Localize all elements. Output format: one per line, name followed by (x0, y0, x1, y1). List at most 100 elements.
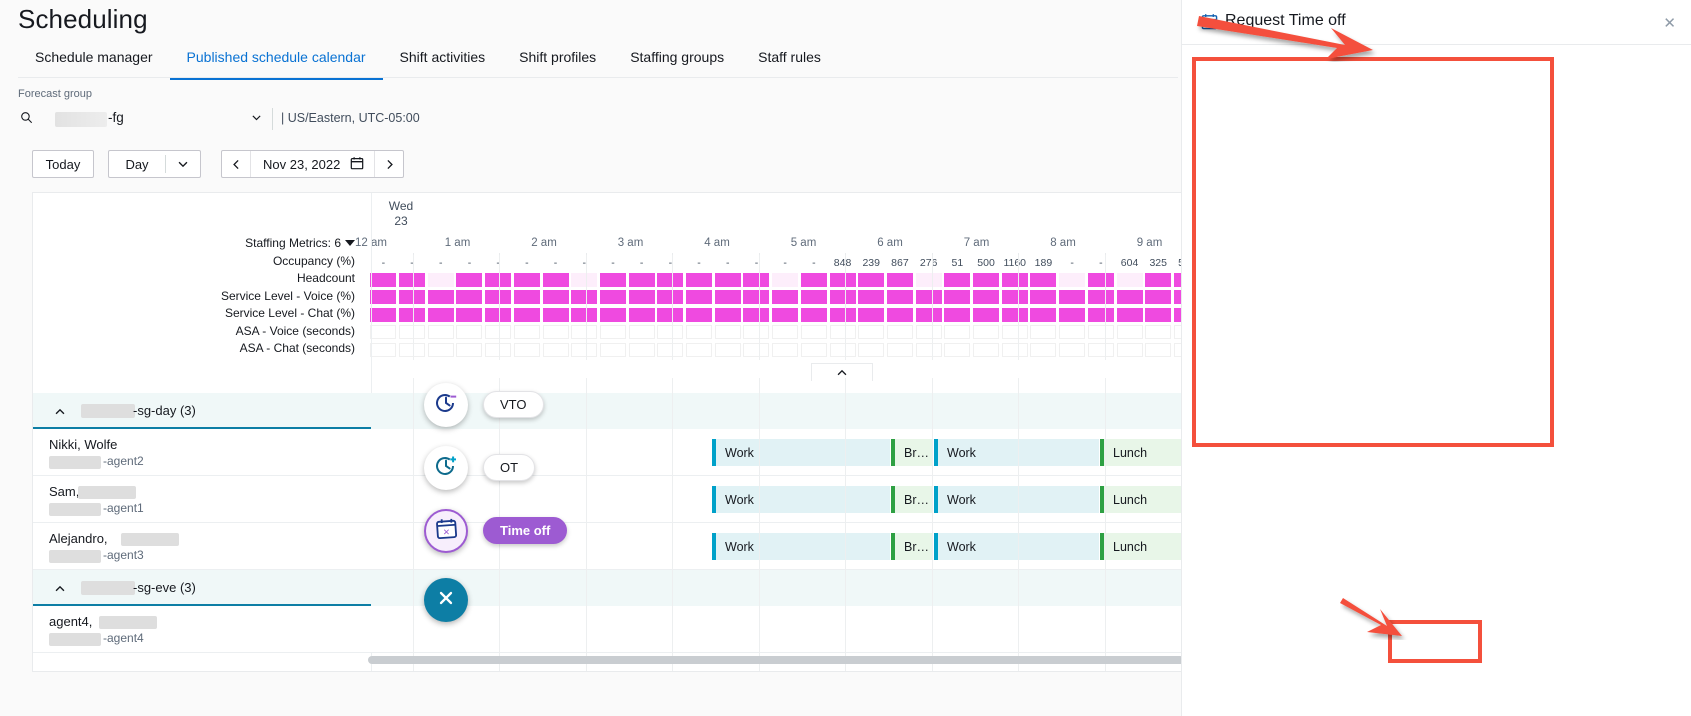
shift-block-work[interactable]: Work (934, 439, 1099, 466)
metric-heat-cell (944, 290, 971, 304)
chevron-up-icon[interactable] (53, 582, 67, 601)
schedule-hour-divider (585, 378, 587, 671)
metric-heat-cell (944, 325, 971, 339)
shift-block-work[interactable]: Work (712, 533, 890, 560)
tab-schedule-manager[interactable]: Schedule manager (18, 46, 170, 77)
staffing-group-row[interactable]: -sg-eve (3) (33, 570, 1181, 606)
agent-row[interactable]: Alejandro, -agent3 Work Br… Work Lunch (33, 523, 1181, 570)
chevron-down-icon[interactable] (166, 151, 200, 177)
staffing-group-label: -sg-eve (3) (133, 580, 196, 595)
metric-row-label: ASA - Voice (seconds) (235, 323, 355, 338)
shift-block-break[interactable]: Br… (891, 439, 933, 466)
calendar-icon[interactable] (350, 156, 364, 173)
close-actions-button[interactable] (424, 578, 468, 622)
shift-block-work[interactable]: Work (934, 486, 1099, 513)
chevron-up-icon[interactable] (53, 405, 67, 424)
next-day-button[interactable] (375, 151, 403, 177)
shift-block-lunch[interactable]: Lunch (1100, 486, 1181, 513)
occupancy-cell: 276 (919, 257, 938, 269)
metric-heat-cell (1087, 290, 1114, 304)
tab-staff-rules[interactable]: Staff rules (741, 46, 838, 77)
occupancy-cell: - (668, 257, 673, 269)
ot-action-button[interactable] (424, 446, 468, 490)
shift-block-label: Lunch (1113, 539, 1148, 554)
shift-block-work[interactable]: Work (934, 533, 1099, 560)
metric-heat-cell (571, 342, 598, 357)
occupancy-cell: - (381, 257, 386, 269)
metric-heat-row (369, 306, 1181, 324)
schedule-hour-divider (931, 378, 933, 671)
horizontal-scrollbar[interactable] (368, 656, 1181, 664)
metric-heat-cell (599, 290, 626, 304)
metric-heat-cell (858, 272, 885, 287)
tab-staffing-groups[interactable]: Staffing groups (613, 46, 741, 77)
timeoff-action-button[interactable]: ✕ (424, 509, 468, 553)
occupancy-cell: - (467, 257, 472, 269)
shift-block-work[interactable]: Work (712, 439, 890, 466)
close-icon[interactable]: ✕ (1663, 14, 1676, 32)
tab-label: Staffing groups (630, 49, 725, 65)
metric-heat-cell (657, 342, 684, 357)
timezone-label: | US/Eastern, UTC-05:00 (281, 111, 420, 125)
hour-tick-label: 4 am (704, 237, 730, 249)
metric-heat-cell (915, 290, 942, 304)
metric-heat-cell (1001, 290, 1028, 304)
shift-block-break[interactable]: Br… (891, 533, 933, 560)
metric-heat-cell (657, 307, 684, 322)
tab-shift-profiles[interactable]: Shift profiles (502, 46, 613, 77)
agent-name: Nikki, Wolfe (49, 437, 118, 452)
prev-day-button[interactable] (222, 151, 250, 177)
main-content: Scheduling Schedule manager Published sch… (0, 0, 1181, 716)
collapse-metrics-button[interactable] (811, 363, 873, 381)
date-navigator: Nov 23, 2022 (221, 150, 405, 178)
shift-block-label: Work (947, 445, 976, 460)
staffing-group-row[interactable]: -sg-day (3) (33, 393, 1181, 429)
metric-heat-cell (628, 290, 655, 304)
metric-row-label: ASA - Chat (seconds) (239, 341, 355, 355)
agent-row[interactable]: Nikki, Wolfe -agent2 Work Br… Work Lunch (33, 429, 1181, 476)
metric-heat-cell (1087, 342, 1114, 357)
metric-heat-cell (513, 272, 540, 287)
tab-shift-activities[interactable]: Shift activities (383, 46, 503, 77)
shift-block-work[interactable]: Work (712, 486, 890, 513)
metric-heat-cell (714, 325, 741, 339)
forecast-group-selector[interactable]: -fg | US/Eastern, UTC-05:00 (18, 108, 538, 132)
chevron-down-icon[interactable] (250, 111, 263, 129)
today-button[interactable]: Today (32, 150, 94, 178)
grid-hour-divider (758, 255, 760, 360)
timeoff-label-pill[interactable]: Time off (483, 517, 568, 544)
metric-heat-cell (1030, 342, 1057, 357)
tab-published-schedule-calendar[interactable]: Published schedule calendar (169, 46, 383, 80)
shift-block-label: Work (947, 492, 976, 507)
shift-block-break[interactable]: Br… (891, 486, 933, 513)
shift-block-lunch[interactable]: Lunch (1100, 533, 1181, 560)
metric-row-label: Headcount (296, 271, 355, 285)
view-selector[interactable]: Day (108, 150, 201, 178)
schedule-hour-divider (1104, 378, 1106, 671)
staffing-metrics-header[interactable]: Staffing Metrics: 6 (33, 235, 363, 253)
vto-label-pill[interactable]: VTO (483, 391, 544, 418)
occupancy-cell: 239 (862, 257, 880, 269)
metric-heat-cell (829, 272, 856, 287)
hour-tick-label: 7 am (963, 237, 990, 249)
occupancy-cell: - (553, 257, 558, 269)
metric-heat-cell (886, 290, 913, 304)
shift-block-lunch[interactable]: Lunch (1100, 439, 1181, 466)
date-picker[interactable]: Nov 23, 2022 (250, 151, 376, 177)
metric-heat-cell (743, 290, 770, 304)
metric-heat-cell (657, 272, 684, 287)
metric-heat-cell (628, 272, 655, 287)
metric-heat-cell (800, 290, 827, 304)
vto-action-button[interactable] (424, 383, 468, 427)
ot-label-pill[interactable]: OT (483, 454, 536, 481)
agent-row[interactable]: agent4, -agent4 (33, 606, 1181, 653)
metric-heat-cell (1030, 272, 1057, 287)
metric-heat-cell (686, 272, 712, 287)
metric-heat-cell (370, 272, 397, 287)
redacted-text (49, 503, 101, 516)
agent-row[interactable]: Sam, -agent1 Work Br… Work Lunch (33, 476, 1181, 523)
occupancy-cell: - (438, 257, 443, 269)
metric-heat-cell (1173, 307, 1181, 322)
occupancy-cell: 189 (1034, 257, 1053, 269)
day-number: 23 (394, 214, 408, 228)
